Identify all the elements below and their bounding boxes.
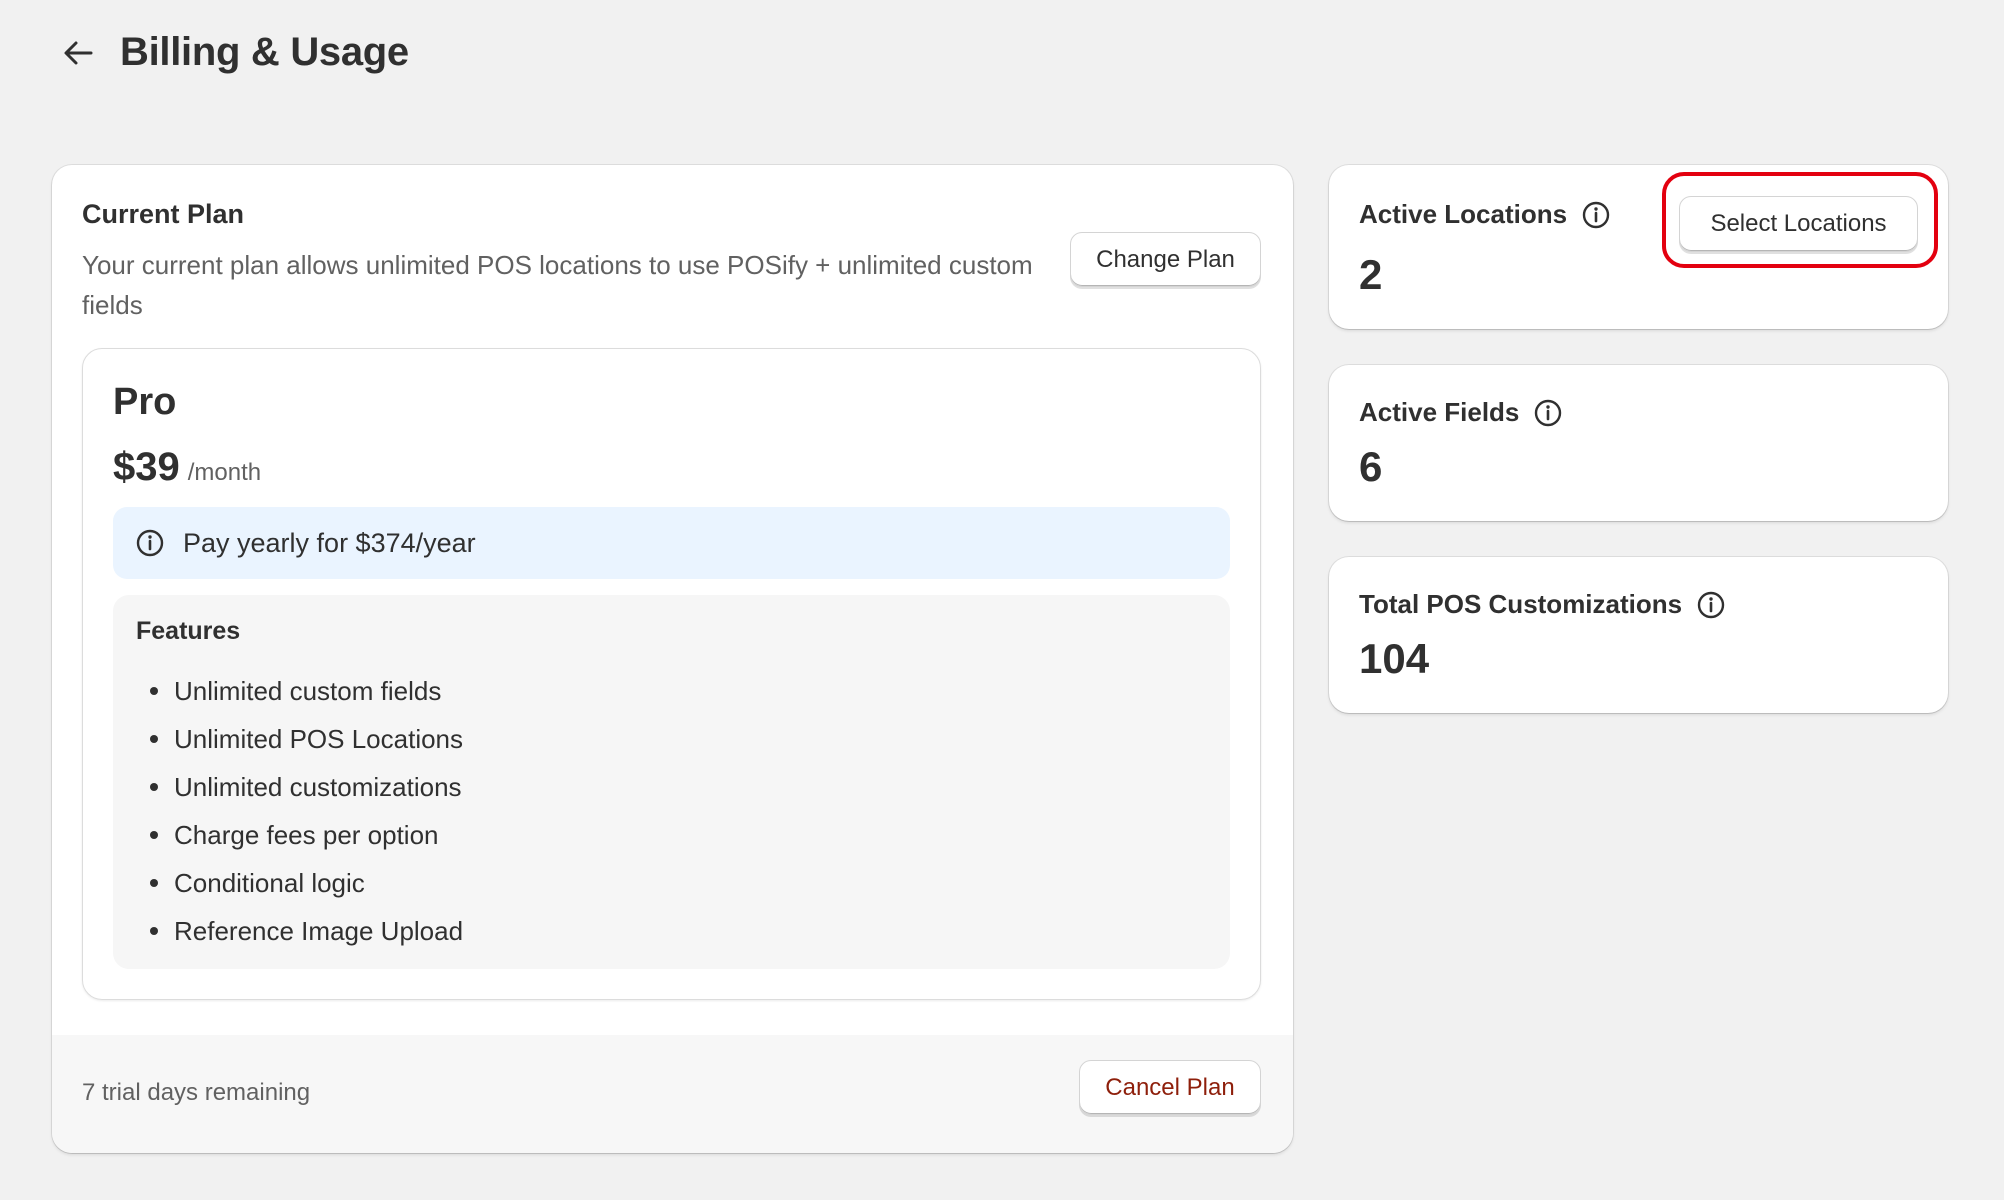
current-plan-description: Your current plan allows unlimited POS l… <box>82 250 1033 320</box>
features-box: Features Unlimited custom fields Unlimit… <box>113 595 1230 969</box>
feature-label: Unlimited POS Locations <box>174 723 464 754</box>
info-icon[interactable] <box>1696 590 1726 620</box>
feature-item: Unlimited custom fields <box>136 667 463 715</box>
back-button[interactable] <box>58 33 98 73</box>
active-locations-label-row: Active Locations <box>1359 199 1611 230</box>
cancel-plan-button[interactable]: Cancel Plan <box>1079 1060 1261 1115</box>
feature-label: Unlimited custom fields <box>174 675 442 706</box>
plan-period: /month <box>187 459 262 486</box>
current-plan-card: Current Plan Your current plan allows un… <box>52 165 1293 1153</box>
feature-item: Unlimited customizations <box>136 763 463 811</box>
feature-label: Charge fees per option <box>174 819 439 850</box>
info-icon[interactable] <box>1581 200 1611 230</box>
active-fields-label-row: Active Fields <box>1359 397 1563 428</box>
total-customizations-label: Total POS Customizations <box>1359 589 1683 619</box>
change-plan-button[interactable]: Change Plan <box>1070 232 1261 287</box>
bullet-icon <box>150 831 158 839</box>
feature-item: Unlimited POS Locations <box>136 715 463 763</box>
plan-footer: 7 trial days remaining Cancel Plan <box>52 1035 1293 1153</box>
page-title: Billing & Usage <box>120 30 409 74</box>
yearly-pricing-text: Pay yearly for $374/year <box>183 527 476 558</box>
bullet-icon <box>150 735 158 743</box>
plan-price-row: $39 /month <box>113 445 261 490</box>
arrow-left-icon <box>64 41 93 64</box>
total-customizations-value: 104 <box>1359 635 1430 682</box>
feature-label: Reference Image Upload <box>174 915 464 946</box>
active-fields-card: Active Fields 6 <box>1329 365 1948 521</box>
total-customizations-label-row: Total POS Customizations <box>1359 589 1726 620</box>
active-locations-value: 2 <box>1359 251 1383 298</box>
bullet-icon <box>150 783 158 791</box>
bullet-icon <box>150 927 158 935</box>
active-fields-label: Active Fields <box>1359 397 1520 427</box>
features-list: Unlimited custom fields Unlimited POS Lo… <box>136 667 463 955</box>
feature-label: Conditional logic <box>174 867 365 898</box>
current-plan-heading: Current Plan <box>82 199 245 229</box>
active-locations-card: Active Locations 2 Select Locations <box>1329 165 1948 329</box>
features-title: Features <box>136 617 241 645</box>
yearly-pricing-banner: Pay yearly for $374/year <box>113 507 1230 579</box>
info-icon[interactable] <box>1533 398 1563 428</box>
page-header: Billing & Usage <box>58 30 409 75</box>
active-fields-value: 6 <box>1359 443 1383 490</box>
info-icon <box>135 528 165 558</box>
feature-label: Unlimited customizations <box>174 771 462 802</box>
plan-details-box: Pro $39 /month Pay yearly for $374/year … <box>82 348 1261 1000</box>
feature-item: Conditional logic <box>136 859 463 907</box>
bullet-icon <box>150 687 158 695</box>
plan-name: Pro <box>113 381 177 423</box>
trial-days-remaining: 7 trial days remaining <box>82 1079 311 1106</box>
active-locations-label: Active Locations <box>1359 199 1568 229</box>
plan-price: $39 <box>113 445 180 489</box>
total-customizations-card: Total POS Customizations 104 <box>1329 557 1948 713</box>
select-locations-button[interactable]: Select Locations <box>1679 196 1918 252</box>
feature-item: Charge fees per option <box>136 811 463 859</box>
feature-item: Reference Image Upload <box>136 907 463 955</box>
bullet-icon <box>150 879 158 887</box>
